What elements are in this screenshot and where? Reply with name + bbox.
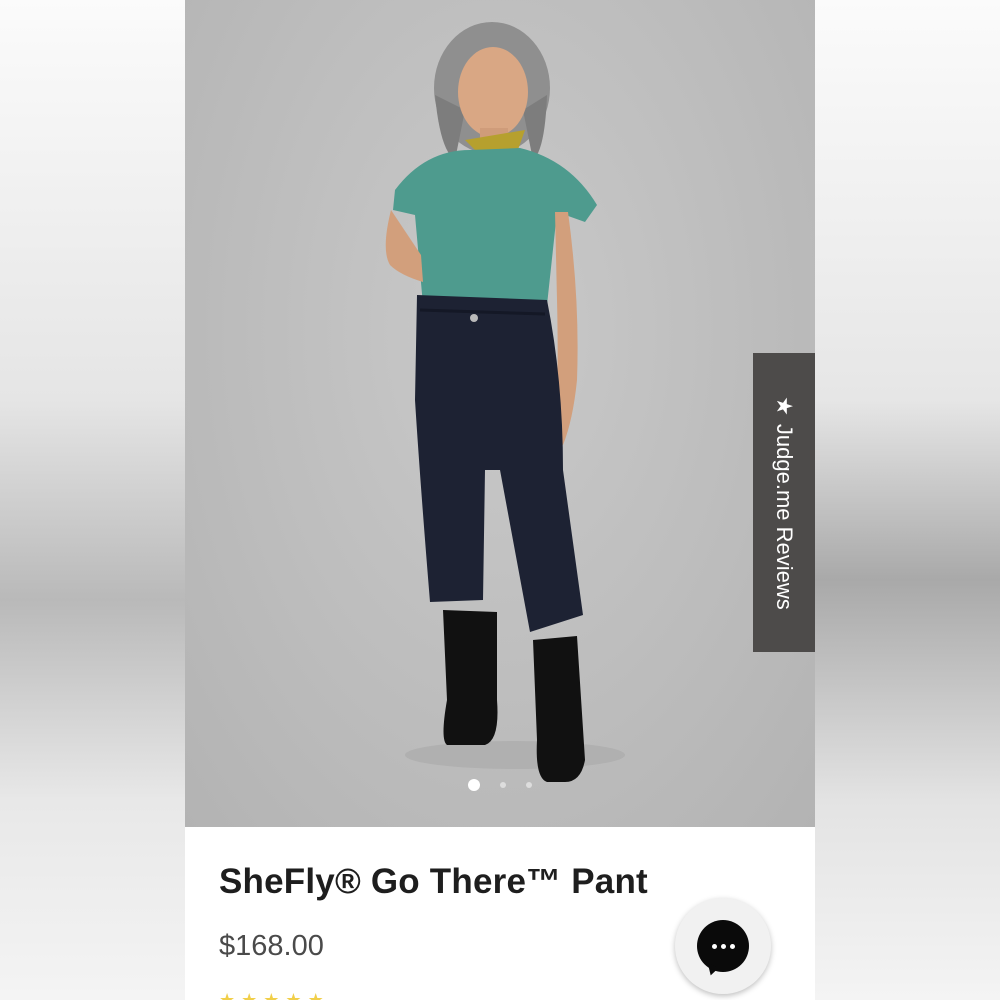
product-page: ★ Judge.me Reviews SheFly® Go There™ Pan… <box>185 0 815 1000</box>
background-left <box>0 0 185 1000</box>
reviews-tab-label: Judge.me Reviews <box>772 423 798 610</box>
product-title: SheFly® Go There™ Pant <box>219 862 648 901</box>
star-icon: ★ <box>772 395 798 416</box>
carousel-dot[interactable] <box>500 782 506 788</box>
rating-star-icon: ★ <box>219 990 242 1000</box>
rating-star-icon: ★ <box>285 990 308 1000</box>
background-right <box>815 0 1000 1000</box>
product-price: $168.00 <box>219 930 324 962</box>
rating-stars[interactable]: ★★★★★ <box>219 990 330 1000</box>
rating-star-icon: ★ <box>241 990 264 1000</box>
product-image[interactable] <box>185 0 815 827</box>
carousel-dot[interactable] <box>526 782 532 788</box>
carousel-indicator <box>185 779 815 791</box>
chat-bubble-icon <box>697 920 749 972</box>
rating-star-icon: ★ <box>263 990 286 1000</box>
model-photo <box>385 22 625 782</box>
judgeme-reviews-tab[interactable]: ★ Judge.me Reviews <box>753 353 815 652</box>
chat-button[interactable] <box>675 898 771 994</box>
carousel-dot-active[interactable] <box>468 779 480 791</box>
rating-star-icon: ★ <box>307 990 330 1000</box>
